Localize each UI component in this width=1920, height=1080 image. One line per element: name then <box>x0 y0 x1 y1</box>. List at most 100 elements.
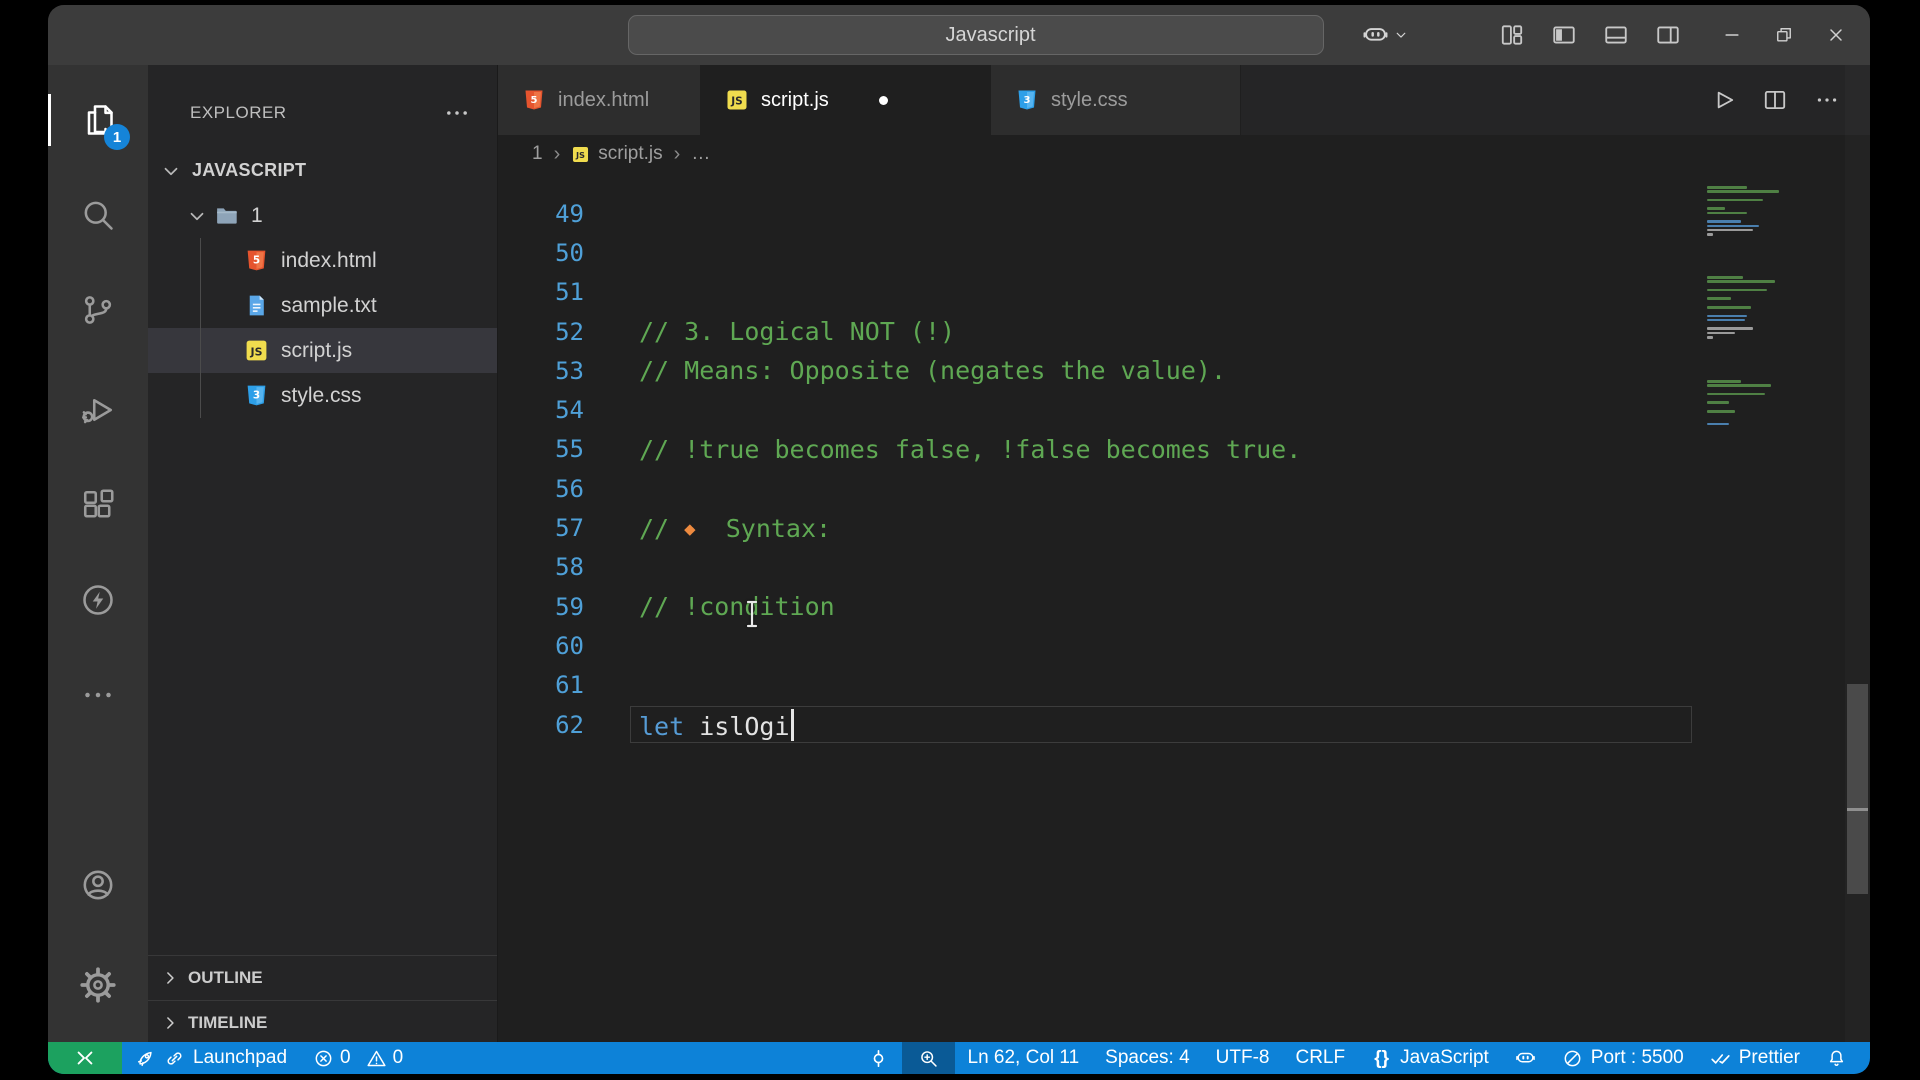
tab-style-css[interactable]: 3style.css <box>991 65 1241 135</box>
svg-text:3: 3 <box>253 390 260 402</box>
section-outline[interactable]: OUTLINE <box>148 955 497 1000</box>
code-token-cm: // <box>639 514 684 543</box>
js-icon: JS <box>725 88 749 112</box>
status-encoding[interactable]: UTF-8 <box>1203 1042 1283 1074</box>
activity-bar: 1 <box>48 65 148 1042</box>
extensions-icon <box>80 487 116 523</box>
code-line-62[interactable]: 62let islOgi <box>498 705 1700 744</box>
activity-accounts[interactable] <box>48 849 148 921</box>
explorer-more-icon[interactable] <box>443 99 471 127</box>
code-line-59[interactable]: 59// !condition <box>498 587 1700 626</box>
tree-root[interactable]: JAVASCRIPT <box>148 148 497 193</box>
code-line-50[interactable]: 50 <box>498 233 1700 272</box>
line-number[interactable]: 52 <box>498 318 584 346</box>
search-value: Javascript <box>945 24 1035 47</box>
code-line-49[interactable]: 49 <box>498 194 1700 233</box>
activity-search[interactable] <box>48 179 148 251</box>
activity-settings[interactable] <box>48 949 148 1021</box>
menu-icon[interactable] <box>138 21 168 49</box>
code-line-52[interactable]: 52// 3. Logical NOT (!) <box>498 312 1700 351</box>
status-launchpad[interactable]: Launchpad <box>122 1042 300 1074</box>
line-number[interactable]: 60 <box>498 632 584 660</box>
status-end-of-line[interactable]: CRLF <box>1282 1042 1358 1074</box>
code-line-60[interactable]: 60 <box>498 626 1700 665</box>
debug-icon <box>80 392 116 428</box>
minimap-line <box>1707 212 1747 215</box>
line-number[interactable]: 56 <box>498 475 584 503</box>
line-number[interactable]: 55 <box>498 435 584 463</box>
line-number[interactable]: 61 <box>498 671 584 699</box>
back-arrow-icon[interactable] <box>508 15 540 55</box>
minimap-line <box>1707 327 1753 330</box>
code-line-61[interactable]: 61 <box>498 666 1700 705</box>
toggle-secondary-sidebar-button[interactable] <box>1642 5 1694 65</box>
line-number[interactable]: 62 <box>498 711 584 739</box>
activity-explorer[interactable]: 1 <box>48 84 148 156</box>
line-number[interactable]: 49 <box>498 200 584 228</box>
minimap-line <box>1707 207 1725 210</box>
minimap-line <box>1707 393 1765 396</box>
code-line-56[interactable]: 56 <box>498 469 1700 508</box>
scrollbar-thumb[interactable] <box>1847 684 1868 894</box>
code-line-58[interactable]: 58 <box>498 548 1700 587</box>
code-area[interactable]: 49 50 51 52// 3. Logical NOT (!) 53 // Means:… <box>498 173 1700 1042</box>
line-number[interactable]: 58 <box>498 553 584 581</box>
status-label: Launchpad <box>193 1047 287 1069</box>
status-notifications[interactable] <box>1813 1042 1860 1074</box>
line-number[interactable]: 53 <box>498 357 584 385</box>
toggle-primary-sidebar-button[interactable] <box>1538 5 1590 65</box>
tree-item-1[interactable]: 1 <box>148 193 497 238</box>
status-prettier[interactable]: Prettier <box>1697 1042 1813 1074</box>
activity-extensions[interactable] <box>48 469 148 541</box>
code-line-51[interactable]: 51 <box>498 273 1700 312</box>
account-icon <box>80 867 116 903</box>
slash-circle-icon <box>1562 1048 1583 1069</box>
minimap-line <box>1707 280 1775 283</box>
restore-button[interactable] <box>1758 5 1810 65</box>
status-problems[interactable]: 00 <box>300 1042 416 1074</box>
problem-part: 0 <box>366 1047 404 1069</box>
toggle-panel-button[interactable] <box>1590 5 1642 65</box>
activity-run-and-debug[interactable] <box>48 374 148 446</box>
copilot-button[interactable] <box>1362 22 1408 49</box>
minimap-cluster <box>1707 380 1831 427</box>
code-line-57[interactable]: 57// ◆ Syntax: <box>498 508 1700 547</box>
status-zoom[interactable] <box>902 1042 955 1074</box>
minimize-button[interactable] <box>1706 5 1758 65</box>
status-copilot-status[interactable] <box>1502 1042 1549 1074</box>
breadcrumb-item[interactable]: JSscript.js <box>571 143 662 165</box>
status-live-server-port[interactable]: Port : 5500 <box>1549 1042 1697 1074</box>
status-language-mode[interactable]: {}JavaScript <box>1358 1042 1502 1074</box>
breadcrumb-item[interactable]: … <box>691 143 710 165</box>
line-number[interactable]: 51 <box>498 278 584 306</box>
status-cursor-position[interactable]: Ln 62, Col 11 <box>955 1042 1093 1074</box>
code-text: // Means: Opposite (negates the value). <box>639 356 1226 385</box>
activity-live-server[interactable] <box>48 564 148 636</box>
code-line-55[interactable]: 55// !true becomes false, !false becomes… <box>498 430 1700 469</box>
line-number[interactable]: 59 <box>498 593 584 621</box>
minimap-line <box>1707 297 1731 300</box>
activity-source-control[interactable] <box>48 274 148 346</box>
tree-item-label: sample.txt <box>281 294 377 318</box>
breadcrumb-item[interactable]: 1 <box>532 143 543 165</box>
activity-more-views[interactable] <box>48 659 148 731</box>
line-number[interactable]: 57 <box>498 514 584 542</box>
status-screencast[interactable] <box>855 1042 902 1074</box>
close-button[interactable] <box>1810 5 1862 65</box>
line-number[interactable]: 54 <box>498 396 584 424</box>
tab-script-js[interactable]: JSscript.js <box>701 65 991 135</box>
minimap[interactable] <box>1700 65 1845 1042</box>
section-timeline[interactable]: TIMELINE <box>148 1000 497 1045</box>
tab-index-html[interactable]: 5index.html <box>498 65 701 135</box>
breadcrumb: 1›JSscript.js›… <box>498 135 1870 173</box>
customize-layout-button[interactable] <box>1486 5 1538 65</box>
code-line-54[interactable]: 54 <box>498 390 1700 429</box>
status-indentation[interactable]: Spaces: 4 <box>1092 1042 1203 1074</box>
line-number[interactable]: 50 <box>498 239 584 267</box>
breadcrumb-label: 1 <box>532 143 543 165</box>
code-line-53[interactable]: 53 // Means: Opposite (negates the value)… <box>498 351 1700 390</box>
minimize-icon <box>1722 25 1742 45</box>
forward-arrow-icon[interactable] <box>562 15 594 55</box>
status-remote[interactable] <box>48 1042 122 1074</box>
command-center-search[interactable]: Javascript <box>628 15 1324 55</box>
